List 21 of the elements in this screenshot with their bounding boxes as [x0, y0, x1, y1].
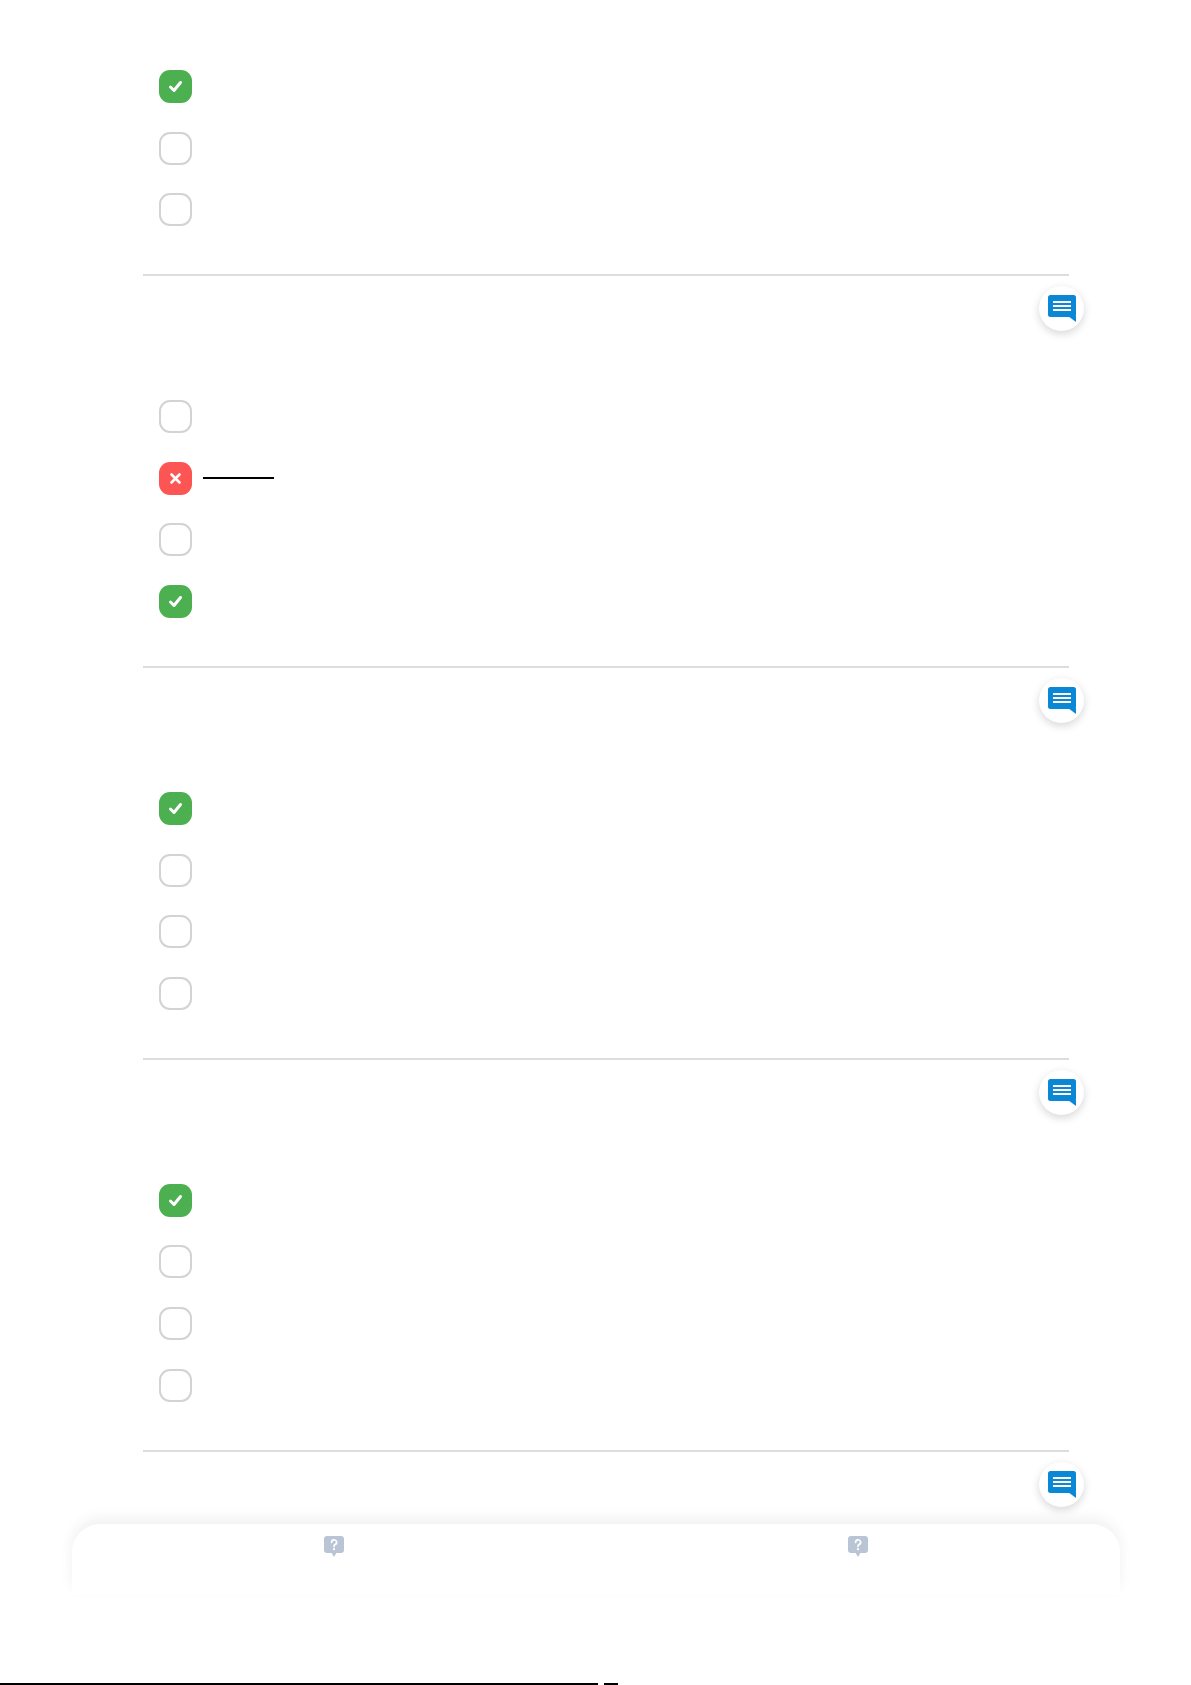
comment-button[interactable] [1039, 286, 1084, 332]
help-icon[interactable] [324, 1536, 344, 1557]
answer-line [203, 477, 274, 480]
message-icon [1047, 1470, 1076, 1498]
comment-button[interactable] [1039, 1069, 1084, 1115]
checkbox[interactable] [159, 976, 192, 1010]
checkbox[interactable] [159, 400, 192, 434]
checkbox[interactable] [159, 193, 192, 227]
checkbox[interactable] [159, 1306, 192, 1340]
checkbox[interactable] [159, 131, 192, 165]
message-icon [1047, 686, 1076, 714]
message-icon [1047, 1078, 1076, 1106]
checkbox[interactable] [159, 1245, 192, 1279]
comment-button[interactable] [1039, 677, 1084, 723]
comment-button[interactable] [1039, 1461, 1084, 1507]
checkbox[interactable] [159, 853, 192, 887]
checkbox[interactable] [159, 523, 192, 557]
help-icon[interactable] [848, 1536, 868, 1557]
checkbox[interactable] [159, 1368, 192, 1402]
message-icon [1047, 295, 1076, 323]
checkbox[interactable] [159, 915, 192, 949]
